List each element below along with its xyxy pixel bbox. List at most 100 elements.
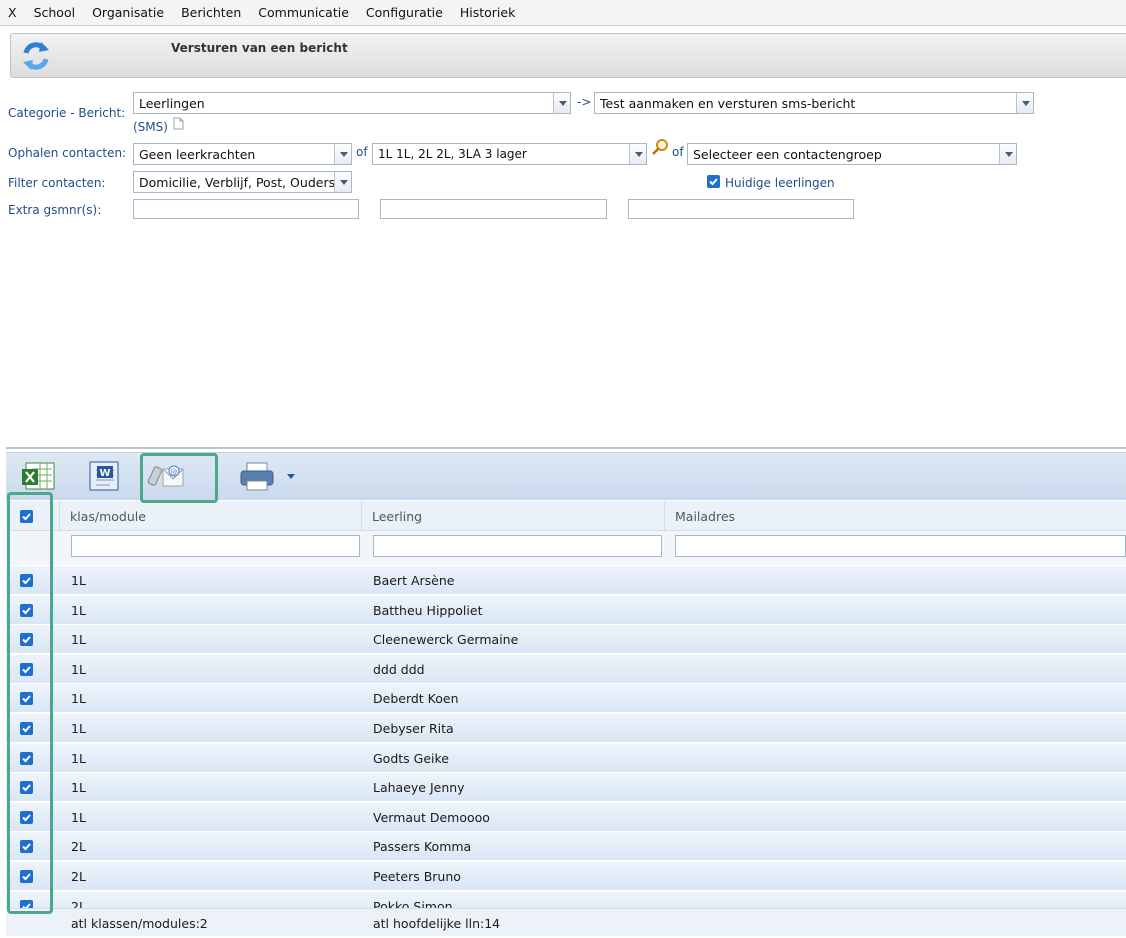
klas-cell: 1L [71, 573, 86, 588]
klassen-select[interactable]: 1L 1L, 2L 2L, 3LA 3 lager [372, 143, 647, 165]
table-row[interactable]: 1L Debyser Rita [6, 714, 1126, 743]
categorie-value: Leerlingen [139, 96, 205, 111]
grid-header: klas/module Leerling Mailadres [6, 501, 1126, 531]
of-label: of [356, 145, 368, 159]
chevron-down-icon[interactable] [334, 172, 351, 192]
leerling-cell: Peeters Bruno [373, 869, 461, 884]
klas-cell: 1L [71, 661, 86, 677]
grid-footer: atl klassen/modules:2 atl hoofdelijke ll… [6, 908, 1126, 936]
document-icon[interactable] [173, 117, 184, 130]
footer-klassen-count: atl klassen/modules:2 [71, 916, 208, 931]
ophalen-value: Geen leerkrachten [139, 147, 256, 162]
table-row[interactable]: 1L Deberdt Koen [6, 684, 1126, 714]
column-header-klas[interactable]: klas/module [59, 501, 361, 531]
sms-note: (SMS) [133, 120, 168, 134]
printer-icon[interactable] [237, 457, 277, 495]
extra-label: Extra gsmnr(s): [8, 203, 102, 217]
chevron-down-icon[interactable] [1016, 93, 1033, 113]
chevron-down-icon[interactable] [287, 474, 295, 480]
chevron-down-icon[interactable] [999, 144, 1016, 164]
leerling-cell: Deberdt Koen [373, 691, 459, 707]
of-label: of [672, 145, 684, 159]
table-row[interactable]: 1L Vermaut Demoooo [6, 802, 1126, 832]
chevron-down-icon[interactable] [334, 144, 351, 164]
klas-cell: 1L [71, 691, 86, 707]
table-row[interactable]: 1L Lahaeye Jenny [6, 773, 1126, 803]
title-panel: Versturen van een bericht [10, 33, 1126, 78]
table-row[interactable]: 1L ddd ddd [6, 654, 1126, 684]
bericht-value: Test aanmaken en versturen sms-bericht [600, 96, 856, 111]
klas-cell: 1L [71, 780, 86, 796]
klas-cell: 1L [71, 632, 86, 648]
leerling-cell: Debyser Rita [373, 721, 454, 736]
filter-label: Filter contacten: [8, 176, 106, 190]
svg-text:W: W [99, 468, 110, 479]
klas-cell: 1L [71, 809, 86, 825]
leerling-cell: Vermaut Demoooo [373, 809, 490, 825]
column-header-leerling[interactable]: Leerling [361, 501, 664, 531]
table-row[interactable]: 1L Godts Geike [6, 743, 1126, 773]
klas-cell: 2L [71, 839, 86, 855]
leerling-cell: Godts Geike [373, 750, 449, 766]
menu-bar: X School Organisatie Berichten Communica… [0, 0, 1126, 26]
arrow-label: -> [577, 95, 592, 109]
filter-select[interactable]: Domicilie, Verblijf, Post, Ouders, V [133, 171, 352, 193]
word-icon[interactable]: W [84, 457, 124, 495]
filter-row [6, 531, 1126, 565]
checkbox-column-highlight [7, 492, 53, 914]
klas-cell: 1L [71, 602, 86, 618]
chevron-down-icon[interactable] [629, 144, 646, 164]
leerling-cell: Passers Komma [373, 839, 472, 855]
klas-cell: 2L [71, 869, 86, 884]
table-row[interactable]: 1L Baert Arsène [6, 566, 1126, 595]
extra-gsm-input-1[interactable] [133, 199, 359, 219]
categorie-select[interactable]: Leerlingen [133, 92, 571, 114]
table-row[interactable]: 1L Battheu Hippoliet [6, 595, 1126, 625]
mailadres-filter-input[interactable] [675, 535, 1126, 557]
bericht-select[interactable]: Test aanmaken en versturen sms-bericht [594, 92, 1034, 114]
klassen-value: 1L 1L, 2L 2L, 3LA 3 lager [378, 147, 527, 161]
footer-lln-count: atl hoofdelijke lln:14 [373, 916, 501, 931]
refresh-icon[interactable] [19, 39, 53, 73]
search-icon[interactable] [651, 138, 669, 156]
menu-item-configuratie[interactable]: Configuratie [366, 5, 443, 20]
extra-gsm-input-3[interactable] [628, 199, 854, 219]
page-title: Versturen van een bericht [171, 41, 348, 55]
leerling-cell: Pokko Simon [373, 898, 453, 908]
huidige-label: Huidige leerlingen [725, 176, 835, 190]
column-header-mailadres[interactable]: Mailadres [664, 501, 1126, 531]
table-row[interactable]: 2L Peeters Bruno [6, 862, 1126, 891]
menu-item-school[interactable]: School [34, 5, 76, 20]
chevron-down-icon[interactable] [553, 93, 570, 113]
menu-item-berichten[interactable]: Berichten [181, 5, 241, 20]
klas-filter-input[interactable] [71, 535, 360, 557]
categorie-label: Categorie - Bericht: [8, 106, 126, 120]
leerling-filter-input[interactable] [373, 535, 662, 557]
huidige-checkbox[interactable] [707, 175, 720, 188]
menu-item-organisatie[interactable]: Organisatie [92, 5, 164, 20]
table-row[interactable]: 2L Pokko Simon [6, 891, 1126, 908]
ophalen-label: Ophalen contacten: [8, 146, 127, 160]
leerling-cell: Baert Arsène [373, 573, 455, 588]
send-mail-highlight [140, 453, 218, 503]
contactgroep-select[interactable]: Selecteer een contactengroep [687, 143, 1017, 165]
grid-rows: 1L Baert Arsène 1L Battheu Hippoliet 1L Cleen… [6, 566, 1126, 908]
klas-cell: 2L [71, 898, 86, 908]
leerling-cell: ddd ddd [373, 661, 425, 677]
excel-icon[interactable] [18, 457, 58, 495]
leerling-cell: Cleenewerck Germaine [373, 632, 519, 648]
leerling-cell: Lahaeye Jenny [373, 780, 465, 796]
ophalen-select[interactable]: Geen leerkrachten [133, 143, 352, 165]
table-row[interactable]: 1L Cleenewerck Germaine [6, 625, 1126, 655]
menu-item-close[interactable]: X [8, 5, 17, 20]
section-divider [6, 447, 1126, 449]
menu-item-communicatie[interactable]: Communicatie [258, 5, 349, 20]
klas-cell: 1L [71, 750, 86, 766]
leerling-cell: Battheu Hippoliet [373, 602, 483, 618]
table-row[interactable]: 2L Passers Komma [6, 832, 1126, 862]
klas-cell: 1L [71, 721, 86, 736]
contactgroep-value: Selecteer een contactengroep [693, 147, 882, 162]
filter-value: Domicilie, Verblijf, Post, Ouders, V [139, 175, 334, 190]
menu-item-historiek[interactable]: Historiek [460, 5, 515, 20]
extra-gsm-input-2[interactable] [380, 199, 607, 219]
